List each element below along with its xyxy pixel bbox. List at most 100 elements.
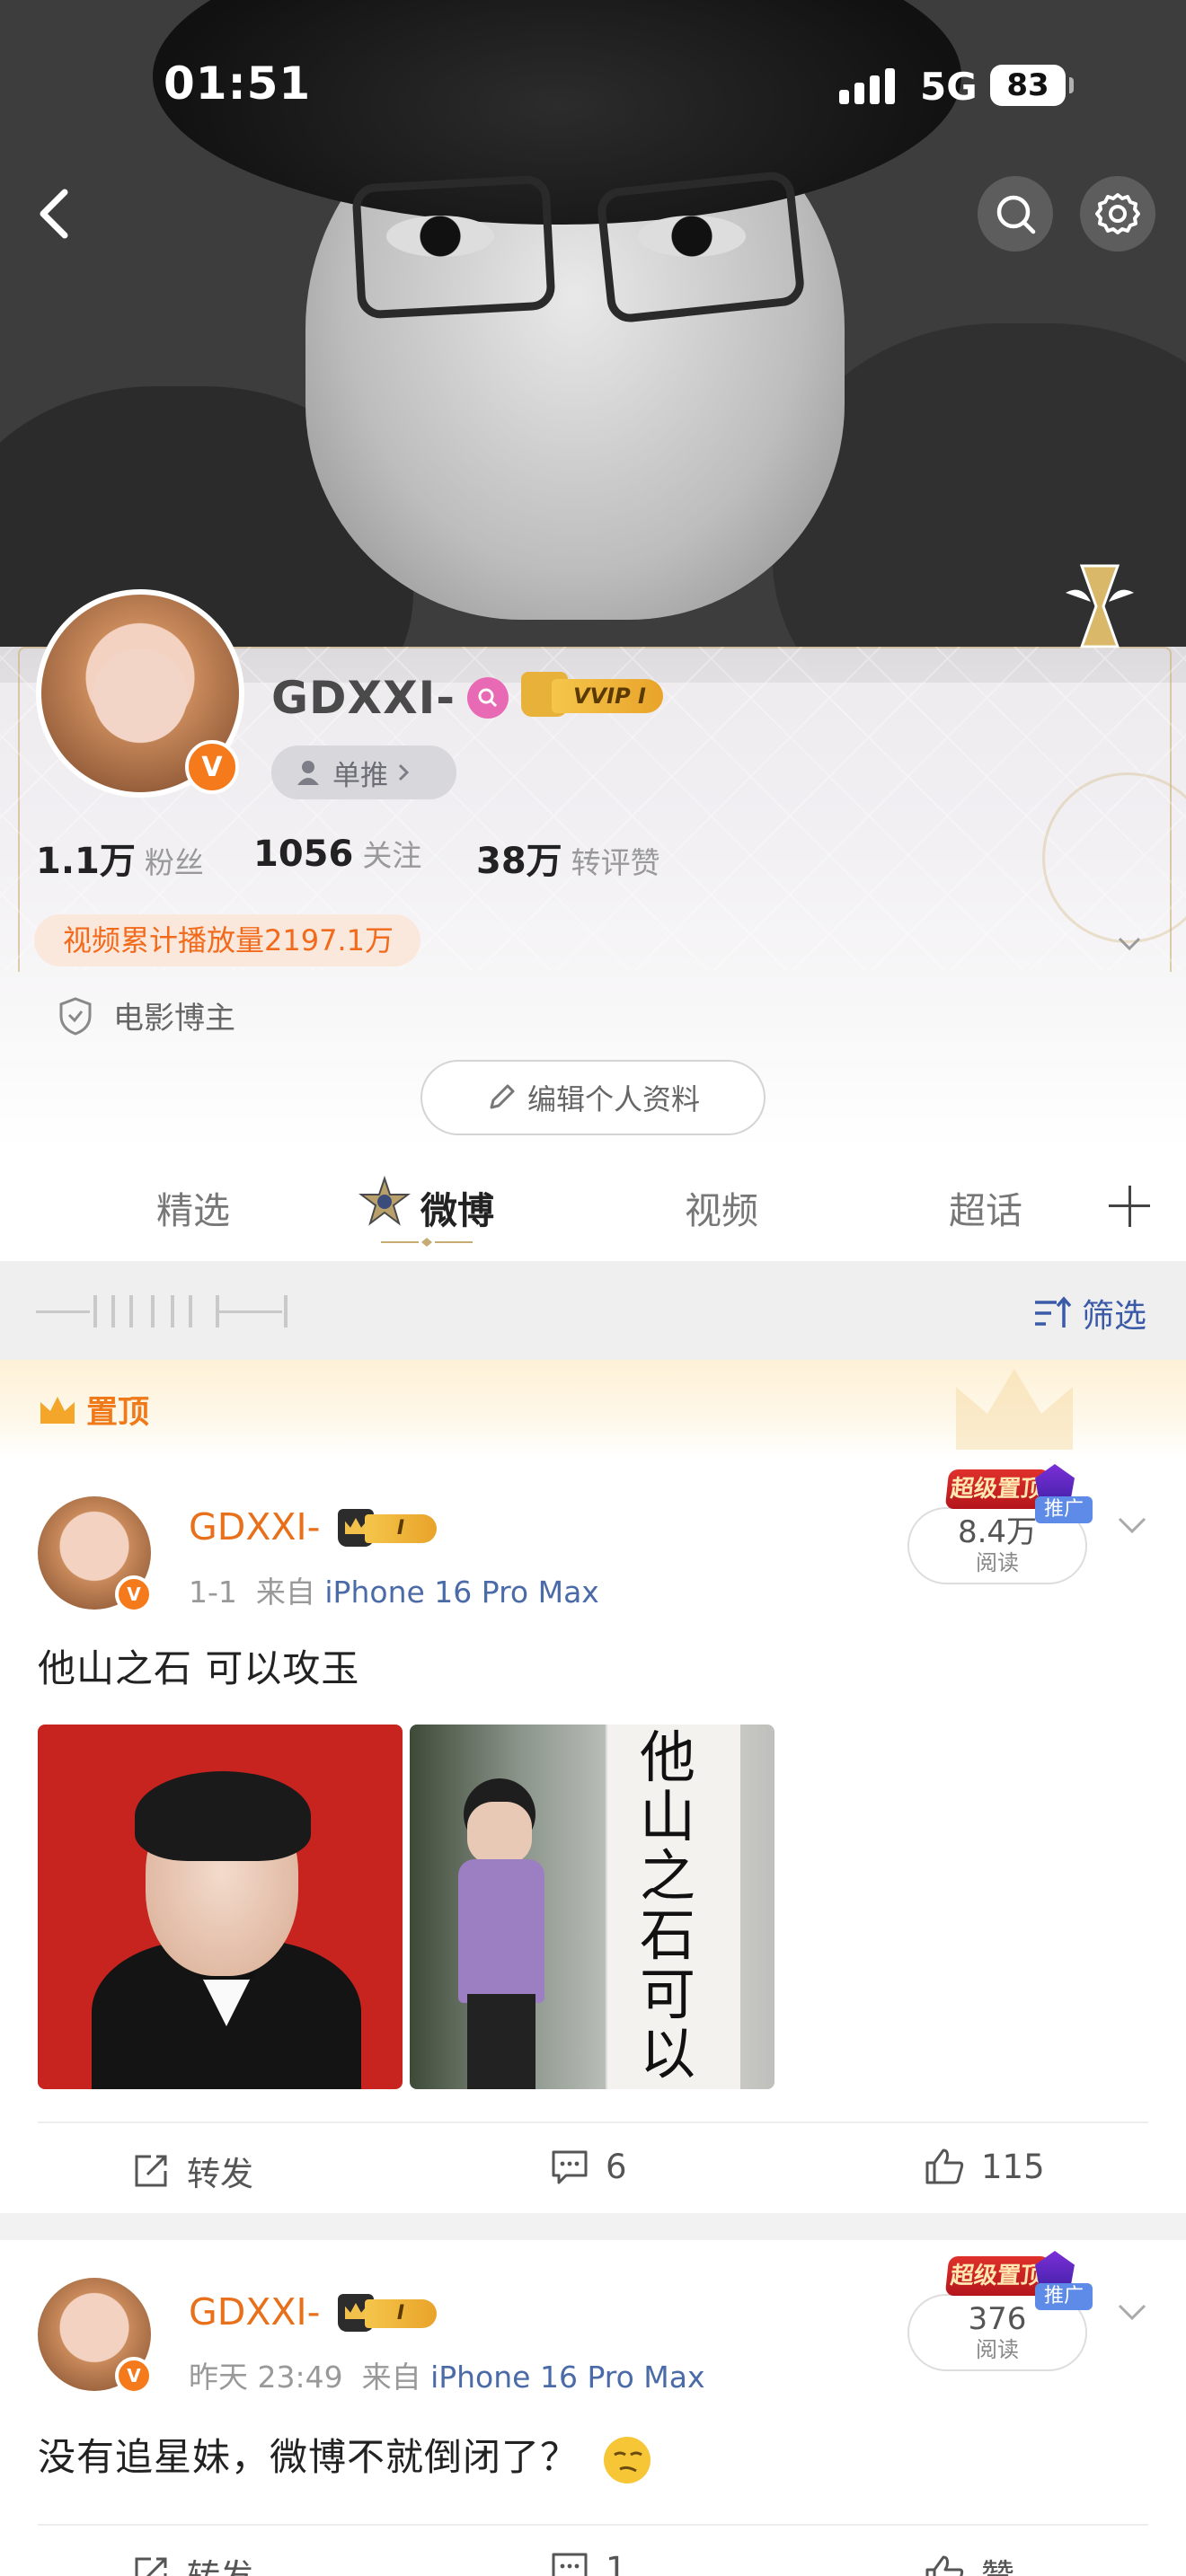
calligraphy-text: 他山之石可以 — [640, 1725, 696, 2086]
cover-glasses-left — [351, 174, 556, 320]
stat-followers[interactable]: 1.1万 粉丝 — [36, 832, 204, 884]
profile-screen: 01:51 5G 83 V GDXXI- VVIP I 单推 1.1万粉丝 10… — [0, 0, 1186, 2576]
verified-badge-icon: V — [115, 2357, 153, 2395]
post-text: 他山之石 可以攻玉 — [38, 1646, 360, 1690]
repost-label: 转发 — [187, 2549, 253, 2576]
edit-profile-button[interactable]: 编辑个人资料 — [420, 1060, 766, 1135]
tab-video[interactable]: 视频 — [685, 1180, 758, 1234]
chevron-left-icon — [40, 189, 68, 239]
post-card[interactable]: V GDXXI- I 1-1 来自 iPhone 16 Pro Max 8.4万… — [0, 1459, 1186, 2213]
chevron-down-icon[interactable] — [1116, 1509, 1148, 1541]
repost-button[interactable]: 转发 — [131, 2549, 253, 2576]
search-button[interactable] — [978, 176, 1053, 251]
vvip-badge[interactable]: VVIP I — [521, 672, 665, 717]
status-time: 01:51 — [164, 57, 312, 110]
post-meta: 1-1 来自 iPhone 16 Pro Max — [189, 1568, 599, 1611]
verified-badge-icon: V — [115, 1575, 153, 1613]
comment-count: 1 — [606, 2549, 627, 2576]
like-button[interactable]: 115 — [924, 2147, 1045, 2186]
member-level-badge[interactable]: I — [338, 2294, 438, 2332]
fan-group-label: 单推 — [332, 759, 388, 792]
filter-icon — [1034, 1296, 1072, 1328]
super-pin-badge: 超级置顶 推广 — [944, 1464, 1093, 1523]
read-label: 阅读 — [976, 2337, 1019, 2362]
pencil-icon — [490, 1084, 515, 1109]
settings-button[interactable] — [1080, 176, 1155, 251]
promo-tag: 推广 — [1035, 2283, 1093, 2310]
post-actions: 转发 1 赞 — [38, 2524, 1148, 2576]
member-level: I — [365, 1514, 437, 1543]
repost-label: 转发 — [187, 2155, 253, 2193]
post-actions: 转发 6 115 — [38, 2122, 1148, 2220]
crown-icon — [40, 1396, 75, 1424]
stat-interactions[interactable]: 38万 转评赞 — [476, 832, 660, 884]
profile-name: GDXXI- — [271, 672, 456, 724]
pinned-tag: 置顶 — [38, 1387, 149, 1433]
fan-group-button[interactable]: 单推 — [271, 745, 456, 799]
role-tag[interactable]: 电影博主 — [58, 993, 235, 1037]
read-label: 阅读 — [976, 1550, 1019, 1575]
member-level-badge[interactable]: I — [338, 1509, 438, 1547]
tab-featured[interactable]: 精选 — [156, 1180, 230, 1234]
vvip-tag: VVIP I — [552, 679, 663, 713]
filter-label: 筛选 — [1081, 1298, 1146, 1335]
stat-value: 1.1万 — [36, 841, 136, 882]
video-plays-pill[interactable]: 视频累计播放量2197.1万 — [34, 914, 420, 966]
repost-icon — [135, 2155, 167, 2187]
post-device[interactable]: iPhone 16 Pro Max — [430, 2360, 704, 2395]
stat-label: 关注 — [362, 838, 422, 873]
tab-super-topic[interactable]: 超话 — [949, 1180, 1022, 1234]
comment-button[interactable]: 1 — [550, 2549, 627, 2576]
stat-following[interactable]: 1056 关注 — [253, 832, 421, 875]
edit-profile-label: 编辑个人资料 — [527, 1082, 700, 1116]
post-author[interactable]: GDXXI- — [189, 2290, 320, 2333]
post-image-portrait[interactable] — [38, 1725, 403, 2089]
stat-value: 38万 — [476, 841, 562, 882]
post-source-prefix: 来自 — [255, 1575, 315, 1610]
post-images: 他山之石可以 — [38, 1725, 774, 2089]
verified-badge-icon: V — [185, 740, 239, 794]
post-author[interactable]: GDXXI- — [189, 1505, 320, 1548]
thumbs-up-icon — [925, 2555, 964, 2576]
thumbs-up-icon — [925, 2148, 964, 2184]
star-badge-icon — [358, 1175, 411, 1226]
calligraphy-scroll: 他山之石可以 — [606, 1725, 740, 2089]
post-time: 昨天 23:49 — [189, 2360, 343, 2395]
signal-icon — [839, 68, 897, 104]
battery-icon: 83 — [990, 65, 1074, 106]
like-button[interactable]: 赞 — [924, 2549, 1014, 2576]
user-icon — [297, 761, 319, 785]
add-tab-icon[interactable] — [1107, 1184, 1152, 1229]
promo-tag: 推广 — [1035, 1496, 1093, 1523]
stat-label: 粉丝 — [144, 845, 204, 880]
thinking-emoji-icon — [604, 2436, 651, 2483]
post-separator — [0, 2213, 1186, 2240]
super-pin-text: 超级置顶 — [944, 1469, 1050, 1509]
hourglass-decoration — [1066, 564, 1134, 648]
repost-button[interactable]: 转发 — [131, 2147, 253, 2195]
pinned-label: 置顶 — [86, 1395, 150, 1431]
comment-icon — [552, 2150, 588, 2184]
post-card[interactable]: V GDXXI- I 昨天 23:49 来自 iPhone 16 Pro Max… — [0, 2240, 1186, 2576]
comment-icon — [552, 2553, 588, 2576]
role-label: 电影博主 — [113, 1001, 235, 1037]
member-level: I — [365, 2299, 437, 2328]
back-button[interactable] — [20, 176, 95, 251]
tab-weibo[interactable]: 微博 — [420, 1180, 494, 1234]
repost-icon — [135, 2557, 167, 2576]
chevron-down-icon[interactable] — [1116, 931, 1143, 957]
comment-count: 6 — [606, 2147, 627, 2186]
post-image-calligraphy[interactable]: 他山之石可以 — [410, 1725, 774, 2089]
post-device[interactable]: iPhone 16 Pro Max — [324, 1575, 598, 1610]
post-source-prefix: 来自 — [361, 2360, 421, 2395]
chevron-down-icon[interactable] — [1116, 2296, 1148, 2328]
super-topic-icon[interactable] — [467, 677, 509, 719]
like-label: 赞 — [981, 2549, 1014, 2576]
comment-button[interactable]: 6 — [550, 2147, 627, 2186]
post-text: 没有追星妹，微博不就倒闭了？ — [38, 2427, 654, 2487]
blurred-placeholder — [36, 1295, 288, 1328]
filter-button[interactable]: 筛选 — [1033, 1290, 1146, 1337]
search-icon — [996, 195, 1036, 234]
filter-bar: 筛选 — [0, 1261, 1186, 1360]
status-bar: 01:51 5G 83 — [0, 36, 1186, 135]
